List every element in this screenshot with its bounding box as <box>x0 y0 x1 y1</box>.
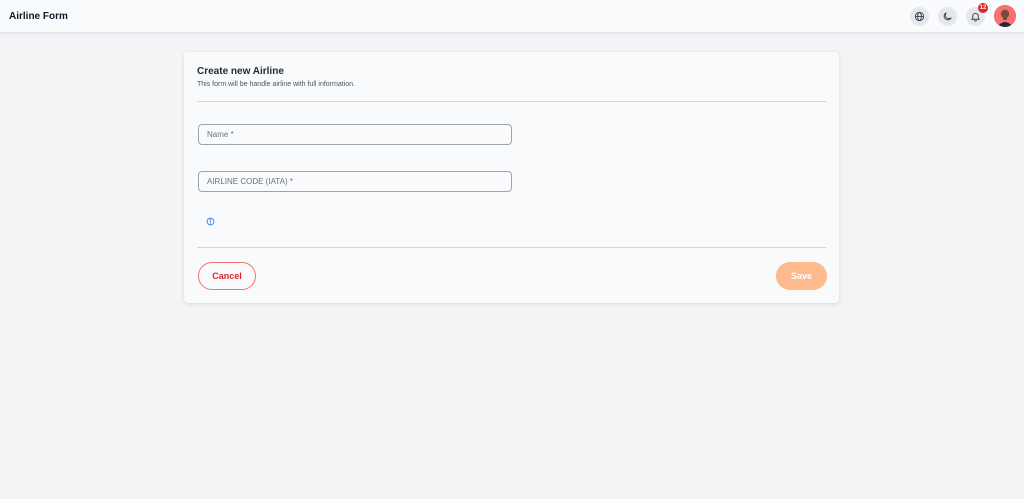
save-button[interactable]: Save <box>776 262 827 290</box>
moon-icon <box>943 11 952 20</box>
app-title: Airline Form <box>9 10 68 22</box>
notification-badge: 12 <box>978 2 988 13</box>
form-subtitle: This form will be handle airline with fu… <box>197 81 355 88</box>
avatar-image <box>994 5 1016 27</box>
globe-icon <box>914 11 925 21</box>
cancel-button[interactable]: Cancel <box>198 262 256 290</box>
airline-form-card: Create new Airline This form will be han… <box>184 52 839 303</box>
name-input[interactable] <box>198 124 512 145</box>
info-icon[interactable] <box>206 217 215 226</box>
theme-toggle-button[interactable] <box>938 6 957 26</box>
language-button[interactable] <box>910 6 929 26</box>
form-title: Create new Airline <box>197 66 284 77</box>
footer-divider <box>197 247 826 248</box>
top-bar: Airline Form 12 <box>0 0 1024 33</box>
header-divider <box>197 101 826 102</box>
user-avatar[interactable] <box>994 5 1016 27</box>
notifications-button[interactable]: 12 <box>966 2 988 26</box>
airline-code-input[interactable] <box>198 171 512 192</box>
top-actions: 12 <box>910 2 1016 27</box>
